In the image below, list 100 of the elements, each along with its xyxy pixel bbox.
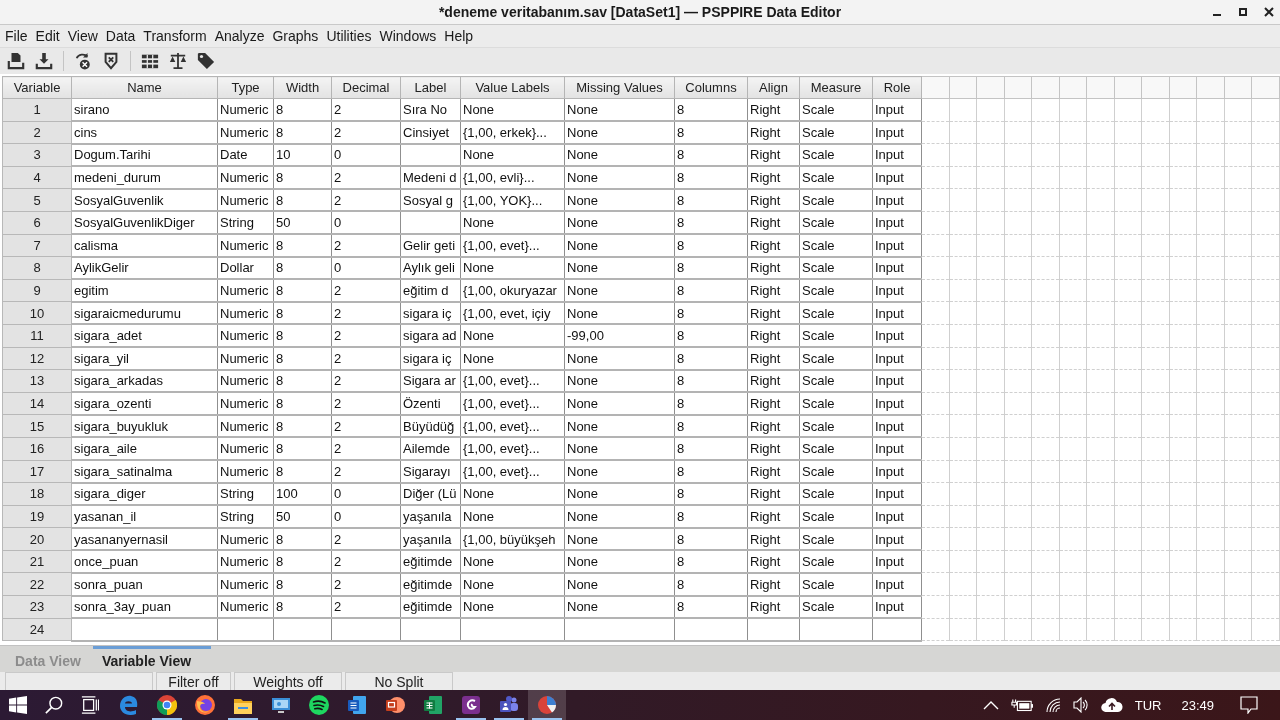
row-header[interactable]: 22 [2,572,72,596]
table-cell[interactable]: Right [747,527,800,551]
column-header[interactable]: Missing Values [564,76,675,99]
table-cell[interactable]: None [564,550,675,573]
row-header[interactable]: 12 [2,347,72,370]
table-cell[interactable]: {1,00, YOK}... [460,188,565,212]
table-cell[interactable]: Input [872,572,922,596]
table-cell[interactable]: 8 [273,572,332,596]
row-header[interactable]: 15 [2,414,72,438]
table-cell[interactable]: Scale [799,143,873,167]
table-cell[interactable]: {1,00, okuryazar [460,279,565,302]
file-tray-icon[interactable] [7,52,25,70]
table-cell[interactable]: Scale [799,595,873,619]
column-header[interactable]: Width [273,76,332,99]
shield-x-icon[interactable] [102,52,120,70]
column-header[interactable]: Variable [2,76,72,99]
menu-item[interactable]: Utilities [322,27,376,45]
table-cell[interactable]: Sıra No [400,98,461,122]
row-header[interactable]: 19 [2,505,72,528]
download-icon[interactable] [35,52,53,70]
table-cell[interactable]: 8 [674,437,748,460]
table-cell[interactable]: Input [872,166,922,189]
table-cell[interactable]: None [564,482,675,506]
table-cell[interactable]: Input [872,324,922,348]
table-cell[interactable]: Input [872,437,922,460]
scale-icon[interactable] [169,52,187,70]
table-cell[interactable]: Aylık geli [400,256,461,280]
table-cell[interactable]: Right [747,505,800,528]
table-cell[interactable]: sonra_3ay_puan [71,595,218,619]
table-cell[interactable]: Right [747,211,800,235]
table-cell[interactable]: None [564,505,675,528]
table-cell[interactable]: Input [872,121,922,144]
task-view-icon[interactable] [81,696,99,714]
table-cell[interactable]: sigara_arkadas [71,369,218,393]
table-cell[interactable]: String [217,211,274,235]
table-cell[interactable]: Input [872,256,922,280]
table-cell[interactable]: calisma [71,234,218,257]
table-cell[interactable]: 8 [674,527,748,551]
table-cell[interactable]: 8 [674,211,748,235]
wifi-icon[interactable] [1044,697,1061,713]
table-cell[interactable]: Input [872,211,922,235]
table-cell[interactable]: Input [872,347,922,370]
input-language[interactable]: TUR [1134,697,1162,713]
table-cell[interactable]: Dogum.Tarihi [71,143,218,167]
table-cell[interactable]: None [460,550,565,573]
table-cell[interactable]: 2 [331,414,401,438]
row-header[interactable]: 13 [2,369,72,393]
table-cell[interactable]: Right [747,301,800,325]
table-cell[interactable]: Scale [799,166,873,189]
table-cell[interactable]: 8 [674,347,748,370]
table-cell[interactable]: 2 [331,550,401,573]
table-cell[interactable]: 100 [273,482,332,506]
table-cell[interactable]: Numeric [217,279,274,302]
table-cell[interactable]: Right [747,98,800,122]
table-cell[interactable]: Sigara ar [400,369,461,393]
table-cell[interactable]: Right [747,347,800,370]
table-cell[interactable]: cins [71,121,218,144]
table-cell[interactable]: None [564,143,675,167]
table-cell[interactable]: Right [747,550,800,573]
table-cell[interactable]: once_puan [71,550,218,573]
table-cell[interactable]: Input [872,392,922,415]
table-cell[interactable]: 8 [674,460,748,483]
table-cell[interactable]: sigara_aile [71,437,218,460]
row-header[interactable]: 21 [2,550,72,573]
maximize-icon[interactable] [1238,7,1248,17]
cloud-upload-icon[interactable] [1100,698,1123,712]
table-cell[interactable]: Numeric [217,572,274,596]
table-cell[interactable]: None [564,301,675,325]
table-cell[interactable]: Scale [799,256,873,280]
table-cell[interactable]: String [217,505,274,528]
table-cell[interactable]: Numeric [217,550,274,573]
table-cell[interactable]: Scale [799,347,873,370]
table-cell[interactable]: 8 [273,98,332,122]
table-cell[interactable]: sigara ad [400,324,461,348]
table-cell[interactable]: Numeric [217,301,274,325]
table-cell[interactable]: sigara_adet [71,324,218,348]
table-cell[interactable]: Input [872,279,922,302]
table-cell[interactable]: {1,00, erkek}... [460,121,565,144]
table-cell[interactable]: 0 [331,143,401,167]
table-cell[interactable]: None [460,595,565,619]
table-cell[interactable]: Right [747,279,800,302]
table-cell[interactable]: 8 [273,234,332,257]
table-cell[interactable]: {1,00, evet}... [460,392,565,415]
table-cell[interactable]: Dollar [217,256,274,280]
arrow-circle-x-icon[interactable] [74,52,92,70]
table-cell[interactable]: 8 [674,143,748,167]
row-header[interactable]: 18 [2,482,72,506]
table-cell[interactable]: Scale [799,324,873,348]
column-header[interactable]: Value Labels [460,76,565,99]
table-cell[interactable]: Scale [799,301,873,325]
table-cell[interactable]: -99,00 [564,324,675,348]
windows-start-icon[interactable] [9,696,27,714]
rows-icon[interactable] [141,52,159,70]
table-cell[interactable]: Right [747,121,800,144]
table-cell[interactable]: sigara_buyukluk [71,414,218,438]
table-cell[interactable]: Özenti [400,392,461,415]
table-cell[interactable]: 2 [331,301,401,325]
table-cell[interactable]: eğitimde [400,550,461,573]
tag-icon[interactable] [197,52,215,70]
table-cell[interactable]: Numeric [217,414,274,438]
